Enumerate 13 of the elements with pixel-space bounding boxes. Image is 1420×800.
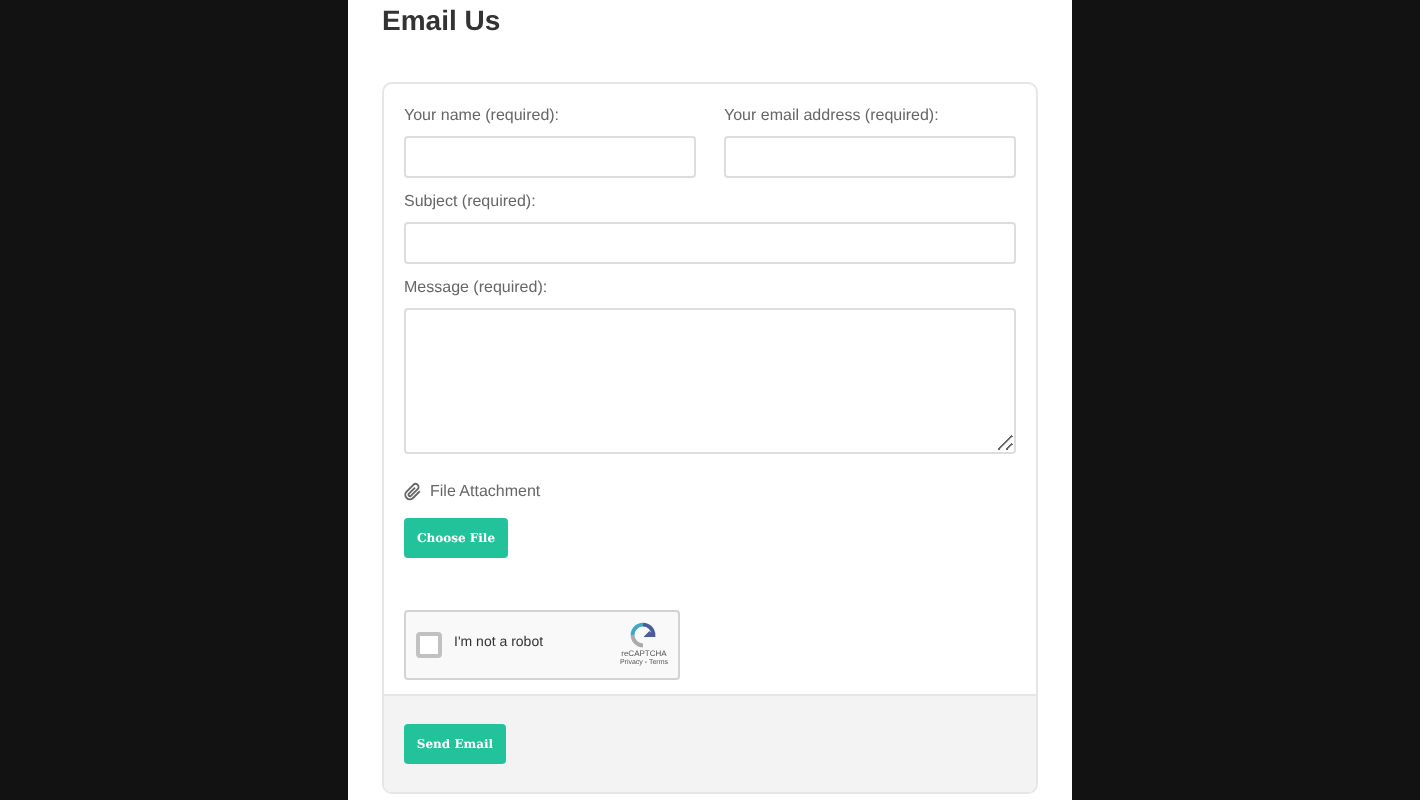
paperclip-icon — [404, 482, 422, 502]
attachment-label: File Attachment — [430, 480, 541, 504]
page-title: Email Us — [382, 4, 503, 36]
field-label: Subject (required): — [404, 192, 538, 212]
input-field[interactable] — [404, 136, 696, 178]
input-field[interactable] — [404, 222, 1016, 264]
input-field[interactable] — [724, 136, 1016, 178]
message-field[interactable] — [404, 308, 1016, 454]
field-label: Message (required): — [404, 278, 550, 298]
recaptcha-logo-icon — [630, 622, 657, 648]
field-label: Your name (required): — [404, 106, 562, 126]
field-label: Your email address (required): — [724, 106, 941, 126]
captcha-checkbox[interactable] — [416, 632, 442, 658]
